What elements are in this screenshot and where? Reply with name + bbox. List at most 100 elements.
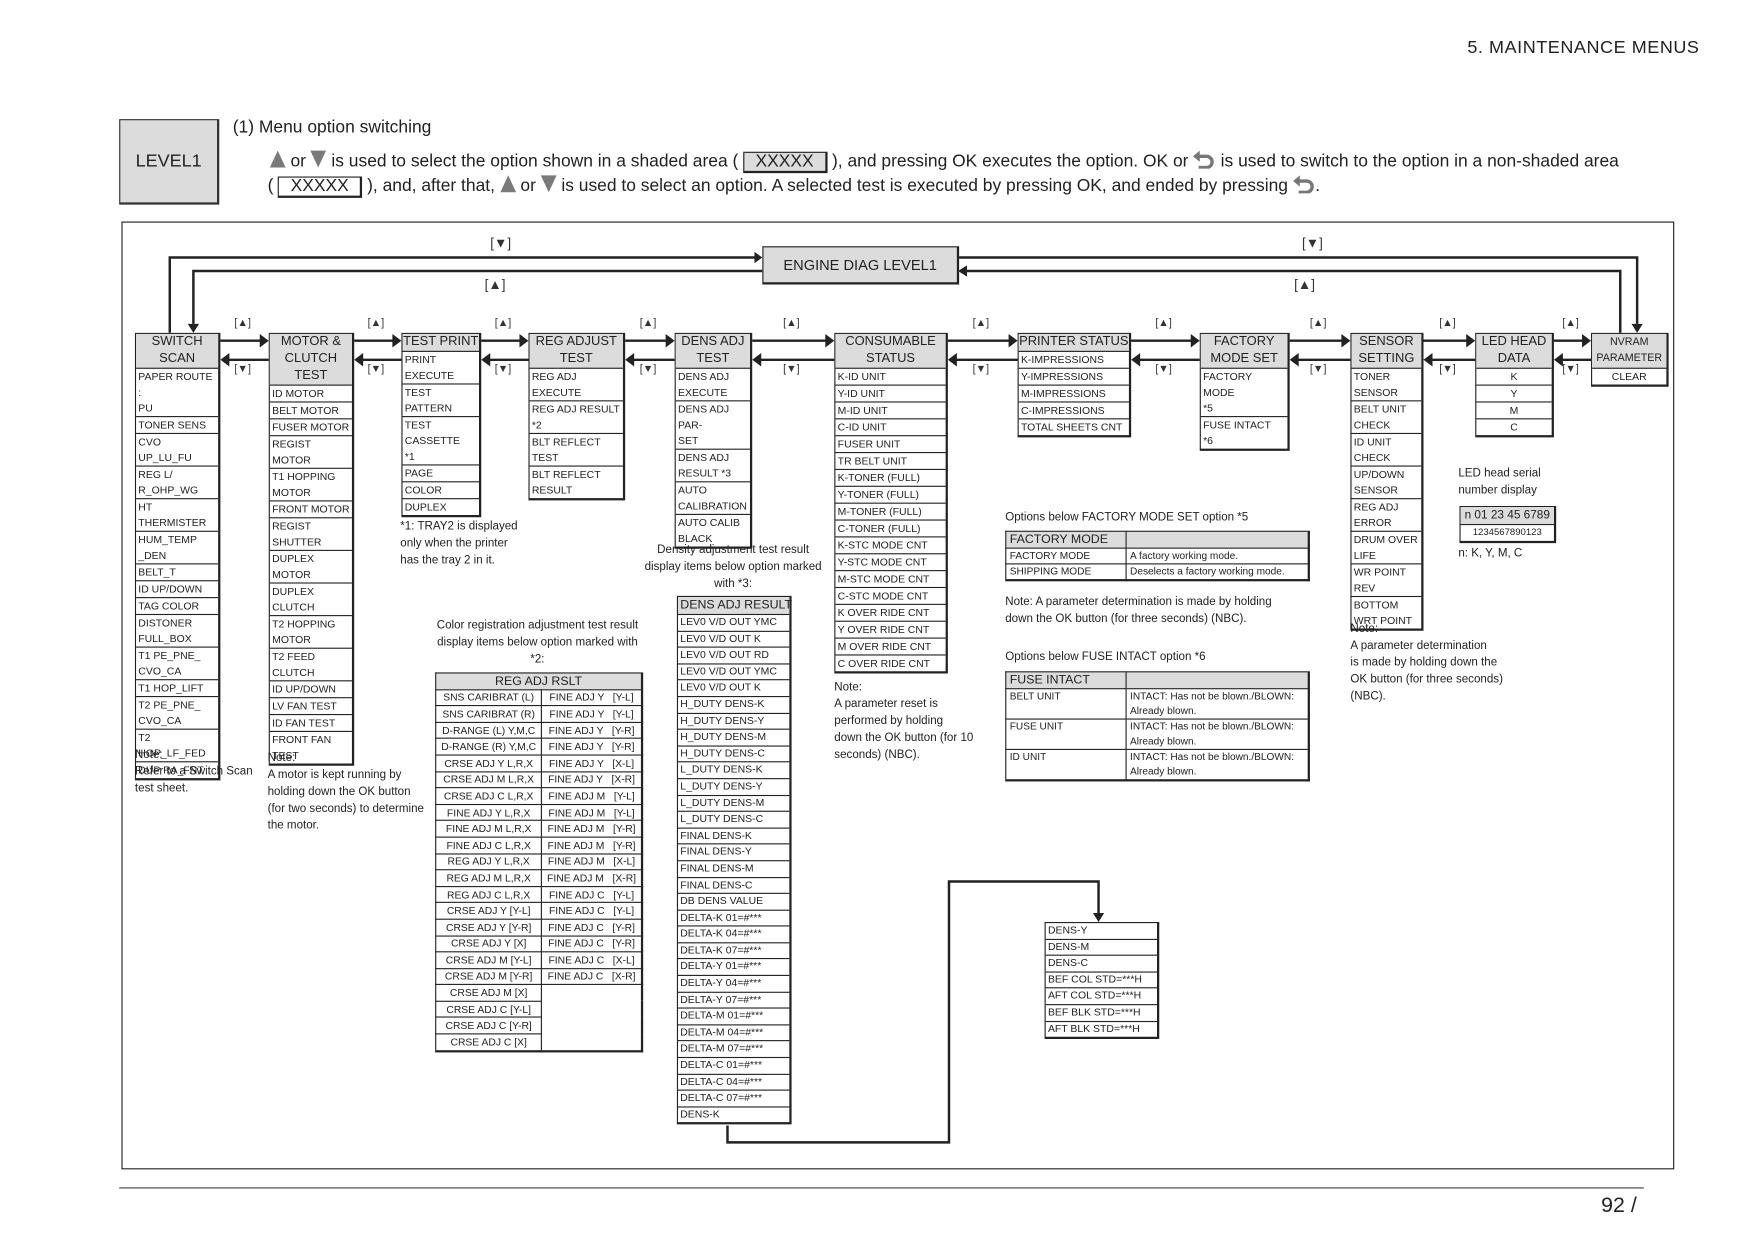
fuse-options-caption: Options below FUSE INTACT option *6 bbox=[1005, 651, 1206, 664]
factory-mode-note: Note: A parameter determination is made … bbox=[1005, 595, 1272, 626]
arrow-head bbox=[1131, 353, 1141, 367]
list-item: DELTA-K 01=#*** bbox=[678, 910, 790, 927]
table-cell: FINE ADJ C [Y-R] bbox=[541, 918, 643, 937]
table-cell: CRSE ADJ M L,R,X bbox=[435, 770, 543, 789]
table-cell: CRSE ADJ C L,R,X bbox=[435, 787, 543, 805]
fuse-options-table: FUSE INTACT BELT UNIT INTACT: Has not be … bbox=[1005, 671, 1310, 782]
table-cell: INTACT: Has not be blown./BLOWN: Already… bbox=[1125, 687, 1310, 720]
table-cell: CRSE ADJ C [X] bbox=[435, 1033, 543, 1052]
table-row: CRSE ADJ M L,R,X FINE ADJ Y [X-R] bbox=[435, 770, 643, 789]
table-header-blank bbox=[1125, 671, 1310, 689]
arrow-head bbox=[665, 333, 675, 348]
serial-example: 1234567890123 bbox=[1472, 526, 1542, 538]
table-cell: FINE ADJ M L,R,X bbox=[435, 820, 543, 838]
table-cell: ID UNIT bbox=[1005, 748, 1127, 781]
table-cell: D-RANGE (L) Y,M,C bbox=[435, 721, 543, 740]
table-row: FACTORY MODE A factory working mode. bbox=[1005, 547, 1310, 564]
list-item: LEV0 V/D OUT K bbox=[678, 681, 790, 698]
table-cell: CRSE ADJ Y [Y-R] bbox=[435, 918, 543, 937]
table-row: SNS CARIBRAT (R) FINE ADJ Y [Y-L] bbox=[435, 705, 643, 723]
list-item: L_DUTY DENS-M bbox=[678, 796, 790, 812]
table-row: REG ADJ M L,R,X FINE ADJ M [X-R] bbox=[435, 869, 643, 887]
table-cell: FINE ADJ M [Y-R] bbox=[541, 836, 643, 855]
table-cell: FINE ADJ C [Y-L] bbox=[541, 885, 643, 904]
table-row: ID UNIT INTACT: Has not be blown./BLOWN: … bbox=[1005, 748, 1310, 781]
arrow-head bbox=[1423, 353, 1433, 367]
table-cell: FINE ADJ Y [X-L] bbox=[541, 754, 643, 772]
table-cell: CRSE ADJ Y [X] bbox=[435, 934, 543, 953]
list-item: DENS-Y bbox=[1045, 923, 1158, 940]
reg-result-caption: Color registration adjustment test resul… bbox=[436, 619, 639, 666]
list-item: BEF BLK STD=***H bbox=[1045, 1005, 1158, 1022]
list-item: LEV0 V/D OUT YMC bbox=[678, 664, 790, 681]
arrow-head bbox=[1553, 353, 1563, 367]
table-cell: D-RANGE (R) Y,M,C bbox=[435, 738, 543, 756]
list-item: DELTA-C 04=#*** bbox=[678, 1075, 790, 1091]
table-cell: SNS CARIBRAT (L) bbox=[435, 688, 543, 707]
list-item: DENS-C bbox=[1045, 956, 1158, 973]
table-cell: FINE ADJ Y [Y-L] bbox=[541, 705, 643, 723]
arrow-head bbox=[481, 353, 491, 367]
dens-adj-result-list: DENS ADJ RESULT LEV0 V/D OUT YMC LEV0 V/D… bbox=[676, 595, 792, 1125]
list-item: DELTA-C 07=#*** bbox=[678, 1091, 790, 1108]
list-item: LEV0 V/D OUT RD bbox=[678, 648, 790, 665]
arrow-head bbox=[354, 353, 364, 367]
table-cell: FINE ADJ M [Y-L] bbox=[541, 787, 643, 805]
table-row: CRSE ADJ C L,R,X FINE ADJ M [Y-L] bbox=[435, 787, 643, 805]
list-item: DELTA-K 07=#*** bbox=[678, 943, 790, 960]
table-row: SHIPPING MODE Deselects a factory working… bbox=[1005, 562, 1310, 581]
dens-result-caption: Density adjustment test result display i… bbox=[644, 544, 822, 591]
list-item: DB DENS VALUE bbox=[678, 894, 790, 911]
table-cell: FINE ADJ Y [Y-L] bbox=[541, 688, 643, 707]
table-cell: CRSE ADJ M [Y-R] bbox=[435, 967, 543, 986]
arrow-head bbox=[1582, 333, 1592, 348]
switch-scan-note: Note: Refer to a Switch Scan test sheet. bbox=[134, 748, 253, 795]
table-row: FINE ADJ C L,R,X FINE ADJ M [Y-R] bbox=[435, 836, 643, 855]
list-item: DELTA-Y 01=#*** bbox=[678, 960, 790, 977]
list-item: DELTA-M 07=#*** bbox=[678, 1042, 790, 1059]
table-cell: REG ADJ C L,R,X bbox=[435, 885, 543, 904]
list-item: H_DUTY DENS-M bbox=[678, 730, 790, 747]
table-title: REG ADJ RSLT bbox=[435, 672, 643, 690]
table-row: BELT UNIT INTACT: Has not be blown./BLOWN… bbox=[1005, 687, 1310, 720]
factory-options-caption: Options below FACTORY MODE SET option *5 bbox=[1005, 511, 1249, 524]
table-cell: FINE ADJ Y [X-R] bbox=[541, 770, 643, 789]
list-item: AFT COL STD=***H bbox=[1045, 989, 1158, 1006]
table-cell: REG ADJ Y L,R,X bbox=[435, 852, 543, 871]
page: 5. MAINTENANCE MENUS LEVEL1 (1) Menu opt… bbox=[0, 0, 1754, 1240]
table-row: FUSE UNIT INTACT: Has not be blown./BLOWN… bbox=[1005, 718, 1310, 750]
table-row: REG ADJ C L,R,X FINE ADJ C [Y-L] bbox=[435, 885, 643, 904]
table-row: FINE ADJ Y L,R,X FINE ADJ M [Y-L] bbox=[435, 803, 643, 822]
list-item: DELTA-Y 04=#*** bbox=[678, 976, 790, 993]
table-cell: CRSE ADJ C [Y-R] bbox=[435, 1016, 543, 1035]
factory-options-table: FACTORY MODE FACTORY MODE A factory worki… bbox=[1005, 530, 1310, 581]
led-serial-box: n 01 23 45 6789 1234567890123 bbox=[1459, 505, 1557, 543]
table-cell: FINE ADJ C [X-R] bbox=[541, 967, 643, 986]
tray2-note: *1: TRAY2 is displayed only when the pri… bbox=[400, 520, 518, 567]
list-item: DENS-M bbox=[1045, 940, 1158, 956]
table-cell: FACTORY MODE bbox=[1005, 547, 1127, 564]
arrow-head bbox=[392, 333, 402, 348]
arrow-head bbox=[1008, 333, 1018, 348]
table-cell: CRSE ADJ M [X] bbox=[435, 984, 543, 1002]
led-serial-caption: LED head serial number display bbox=[1458, 467, 1541, 497]
table-cell: SNS CARIBRAT (R) bbox=[435, 705, 543, 723]
table-cell: FINE ADJ M [Y-R] bbox=[541, 820, 643, 838]
table-cell: FINE ADJ M [Y-L] bbox=[541, 803, 643, 822]
arrow-head bbox=[519, 333, 529, 348]
arrow-head bbox=[825, 333, 835, 348]
arrow-head bbox=[1341, 333, 1351, 348]
list-item: L_DUTY DENS-C bbox=[678, 812, 790, 829]
arrow-head bbox=[259, 333, 269, 348]
table-cell: FINE ADJ Y [Y-R] bbox=[541, 738, 643, 756]
arrow-head bbox=[1190, 333, 1200, 348]
table-row: CRSE ADJ Y [X] FINE ADJ C [Y-R] bbox=[435, 934, 643, 953]
arrow-head bbox=[1289, 353, 1299, 367]
table-cell: FINE ADJ C [Y-L] bbox=[541, 902, 643, 920]
motor-note: Note: A motor is kept running by holding… bbox=[267, 752, 424, 833]
empty-cell bbox=[541, 984, 643, 1052]
list-item: DELTA-M 01=#*** bbox=[678, 1009, 790, 1026]
table-row: CRSE ADJ Y L,R,X FINE ADJ Y [X-L] bbox=[435, 754, 643, 772]
table-cell: BELT UNIT bbox=[1005, 687, 1127, 720]
table-header: FACTORY MODE bbox=[1005, 530, 1127, 549]
